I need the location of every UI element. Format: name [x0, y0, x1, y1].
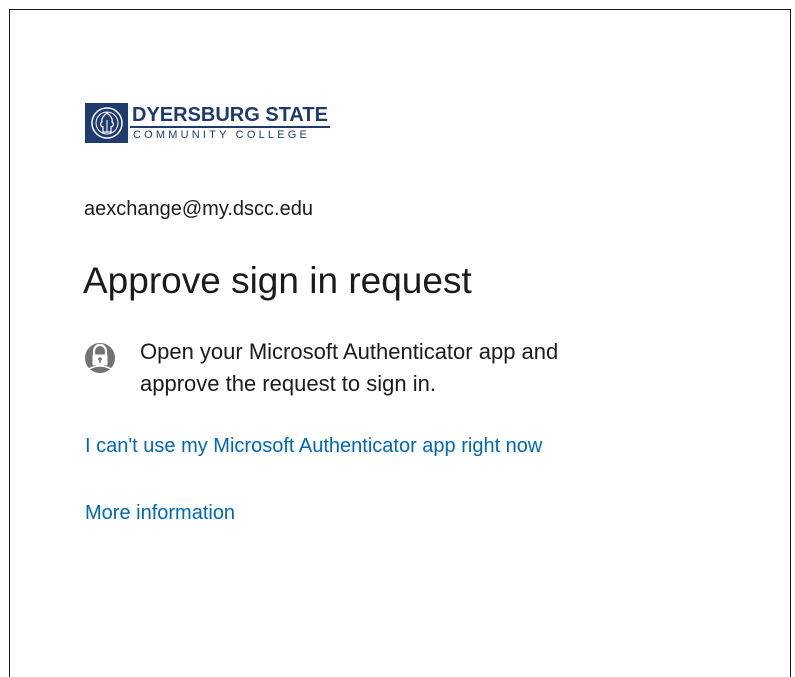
- org-name-line1: DYERSBURG STATE: [132, 103, 328, 126]
- prompt-line-2: approve the request to sign in.: [140, 371, 436, 396]
- logo-divider: [130, 125, 330, 128]
- more-information-link[interactable]: More information: [85, 502, 235, 525]
- account-email: aexchange@my.dscc.edu: [84, 198, 313, 220]
- prompt-line-1: Open your Microsoft Authenticator app an…: [140, 339, 559, 364]
- cant-use-authenticator-link[interactable]: I can't use my Microsoft Authenticator a…: [85, 435, 542, 458]
- org-wordmark: DYERSBURG STATE COMMUNITY COLLEGE: [130, 103, 330, 143]
- authenticator-prompt: Open your Microsoft Authenticator app an…: [84, 336, 700, 400]
- prompt-message: Open your Microsoft Authenticator app an…: [140, 336, 700, 400]
- page-title: Approve sign in request: [83, 260, 472, 301]
- lock-icon: [85, 343, 115, 373]
- college-seal-icon: [85, 103, 128, 143]
- org-name-line2: COMMUNITY COLLEGE: [133, 128, 311, 141]
- org-logo: DYERSBURG STATE COMMUNITY COLLEGE: [85, 103, 330, 143]
